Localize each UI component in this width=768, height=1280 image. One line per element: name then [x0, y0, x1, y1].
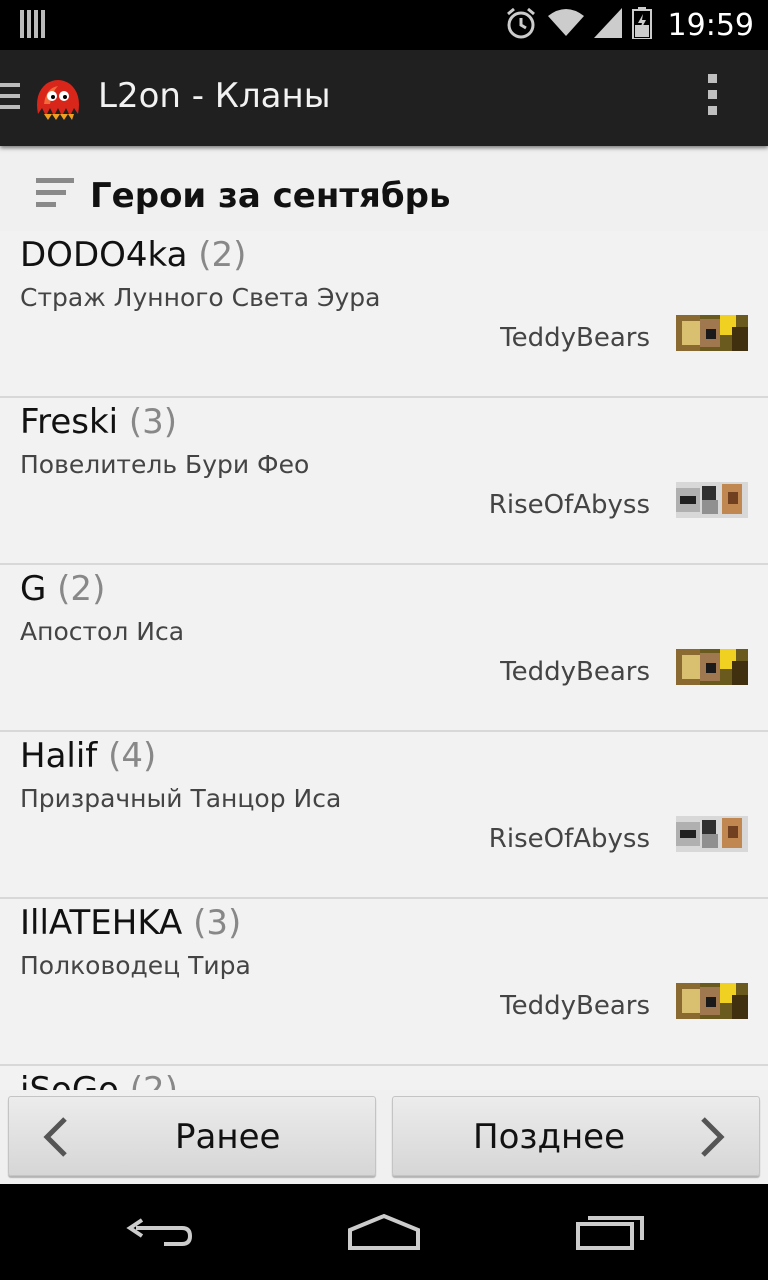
- section-title: Герои за сентябрь: [90, 176, 451, 216]
- action-bar: L2on - Кланы: [0, 50, 768, 146]
- wifi-icon: [547, 8, 584, 42]
- next-button-label: Позднее: [473, 1117, 626, 1157]
- hero-count: (4): [108, 736, 157, 776]
- back-icon[interactable]: [124, 1212, 194, 1256]
- hero-list: DODO4ka (2) Страж Лунного Света Эура Ted…: [0, 231, 768, 1090]
- hero-count: (3): [128, 402, 178, 442]
- hero-name: Freski: [20, 402, 119, 442]
- teddybears-crest-icon: [676, 983, 748, 1019]
- hero-name: DODO4ka: [20, 235, 188, 275]
- app-logo-icon[interactable]: [34, 74, 82, 122]
- chevron-left-icon: [41, 1115, 71, 1159]
- list-item[interactable]: Halif (4) Призрачный Танцор Иса RiseOfAb…: [0, 732, 768, 899]
- next-button[interactable]: Позднее: [392, 1096, 760, 1176]
- sort-icon[interactable]: [36, 178, 76, 210]
- drawer-icon[interactable]: [0, 83, 22, 113]
- alarm-icon: [504, 6, 538, 44]
- hero-name: IllATEHKA: [20, 903, 183, 943]
- clan-name: TeddyBears: [500, 657, 650, 687]
- hero-name: G: [20, 569, 47, 609]
- recent-apps-icon[interactable]: [574, 1212, 646, 1256]
- hero-list-screen: Герои за сентябрь DODO4ka (2) Страж Лунн…: [0, 146, 768, 1090]
- hero-class: Апостол Иса: [20, 617, 185, 646]
- riseofabyss-crest-icon: [676, 482, 748, 518]
- hero-count: (2): [129, 1070, 178, 1090]
- section-header[interactable]: Герои за сентябрь: [0, 146, 768, 236]
- clan-name: TeddyBears: [500, 991, 650, 1021]
- hero-name: iSoGo: [20, 1070, 119, 1090]
- overflow-menu-icon[interactable]: [700, 74, 724, 122]
- battery-icon: [631, 7, 652, 43]
- list-item[interactable]: Freski (3) Повелитель Бури Фео RiseOfAby…: [0, 398, 768, 565]
- chevron-right-icon: [697, 1115, 727, 1159]
- list-item[interactable]: G (2) Апостол Иса TeddyBears: [0, 565, 768, 732]
- teddybears-crest-icon: [676, 649, 748, 685]
- clan-name: RiseOfAbyss: [488, 824, 650, 854]
- hero-count: (2): [198, 235, 247, 275]
- app-title: L2on - Кланы: [98, 76, 331, 116]
- clan-name: RiseOfAbyss: [488, 490, 650, 520]
- list-item[interactable]: IllATEHKA (3) Полководец Тира TeddyBears: [0, 899, 768, 1066]
- previous-button-label: Ранее: [175, 1117, 281, 1157]
- list-item[interactable]: DODO4ka (2) Страж Лунного Света Эура Ted…: [0, 231, 768, 398]
- hero-class: Повелитель Бури Фео: [20, 450, 310, 479]
- barcode-icon: [20, 10, 46, 42]
- hero-class: Полководец Тира: [20, 951, 251, 980]
- hero-class: Страж Лунного Света Эура: [20, 283, 381, 312]
- riseofabyss-crest-icon: [676, 816, 748, 852]
- previous-button[interactable]: Ранее: [8, 1096, 376, 1176]
- pagination-bar: Ранее Позднее: [0, 1090, 768, 1184]
- hero-count: (3): [193, 903, 242, 943]
- hero-name: Halif: [20, 736, 98, 776]
- clan-name: TeddyBears: [500, 323, 650, 353]
- clock: 19:59: [667, 7, 754, 43]
- navigation-bar: [0, 1184, 768, 1280]
- home-icon[interactable]: [346, 1212, 422, 1256]
- signal-icon: [593, 8, 622, 42]
- hero-class: Призрачный Танцор Иса: [20, 784, 342, 813]
- status-bar: 19:59: [0, 0, 768, 50]
- list-item[interactable]: iSoGo (2): [0, 1066, 768, 1090]
- hero-count: (2): [57, 569, 106, 609]
- teddybears-crest-icon: [676, 315, 748, 351]
